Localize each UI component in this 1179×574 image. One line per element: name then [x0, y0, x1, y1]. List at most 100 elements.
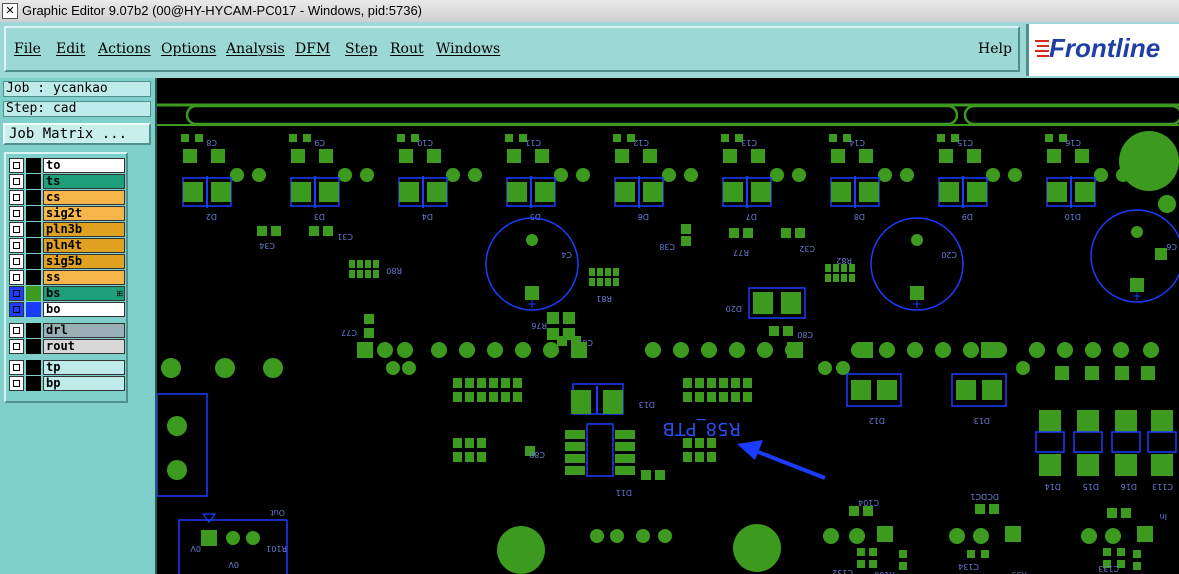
smd-pad	[1075, 149, 1089, 163]
smd-pad	[1085, 366, 1099, 380]
layer-checkbox[interactable]	[9, 270, 24, 285]
layer-color-swatch[interactable]	[26, 158, 41, 173]
component-label: D16	[1121, 482, 1137, 491]
menu-analysis[interactable]: Analysis	[226, 41, 285, 57]
menu-file[interactable]: File	[14, 41, 41, 57]
arrow-head	[737, 440, 763, 460]
layer-checkbox[interactable]	[9, 206, 24, 221]
layer-row-pln4t[interactable]: pln4t	[9, 238, 125, 253]
layer-row-ts[interactable]: ts	[9, 174, 125, 189]
round-pad	[215, 358, 235, 378]
layer-name[interactable]: sig5b	[43, 254, 125, 269]
layer-checkbox[interactable]	[9, 190, 24, 205]
layer-checkbox[interactable]	[9, 360, 24, 375]
layer-row-ss[interactable]: ss	[9, 270, 125, 285]
smd-pad	[453, 392, 462, 402]
round-pad	[263, 358, 283, 378]
layer-checkbox[interactable]	[9, 323, 24, 338]
layer-row-pln3b[interactable]: pln3b	[9, 222, 125, 237]
smd-pad	[399, 149, 413, 163]
round-pad	[792, 168, 806, 182]
layer-row-bp[interactable]: bp	[9, 376, 125, 391]
layer-color-swatch[interactable]	[26, 302, 41, 317]
layer-name[interactable]: tp	[43, 360, 125, 375]
smd-pad	[565, 466, 585, 475]
smd-pad	[183, 149, 197, 163]
menu-step[interactable]: Step	[345, 41, 377, 57]
layer-name[interactable]: pln4t	[43, 238, 125, 253]
layer-row-sig5b[interactable]: sig5b	[9, 254, 125, 269]
layer-row-bs[interactable]: bs ⊞	[9, 286, 125, 301]
layer-name[interactable]: bs ⊞	[43, 286, 125, 301]
layer-checkbox[interactable]	[9, 376, 24, 391]
layer-row-drl[interactable]: drl	[9, 323, 125, 338]
layer-name[interactable]: ss	[43, 270, 125, 285]
layer-name[interactable]: bo	[43, 302, 125, 317]
layer-row-bo[interactable]: bo	[9, 302, 125, 317]
menu-options[interactable]: Options	[161, 41, 216, 57]
layer-checkbox[interactable]	[9, 174, 24, 189]
smd-pad	[1115, 410, 1137, 432]
layer-name[interactable]: ts	[43, 174, 125, 189]
component-label: C14	[849, 138, 865, 147]
smd-pad	[465, 438, 474, 448]
smd-pad	[719, 378, 728, 388]
layer-row-sig2t[interactable]: sig2t	[9, 206, 125, 221]
smd-pad	[981, 342, 997, 358]
round-pad	[684, 168, 698, 182]
layer-color-swatch[interactable]	[26, 174, 41, 189]
smd-pad	[615, 442, 635, 451]
menu-dfm[interactable]: DFM	[295, 41, 330, 57]
round-pad	[1119, 131, 1179, 191]
pcb-view[interactable]: C8 D2 C9 D3 C10 D4 C11 D5 C12 D6 C13 D7 C14 D8 C15 D9 C1…	[157, 78, 1179, 574]
menu-rout[interactable]: Rout	[390, 41, 424, 57]
frontline-logo: Frontline	[1026, 24, 1179, 76]
layer-checkbox[interactable]	[9, 158, 24, 173]
menu-edit[interactable]: Edit	[56, 41, 85, 57]
layer-color-swatch[interactable]	[26, 286, 41, 301]
layer-checkbox[interactable]	[9, 222, 24, 237]
layer-name[interactable]: pln3b	[43, 222, 125, 237]
layer-color-swatch[interactable]	[26, 339, 41, 354]
component-label: R80	[386, 266, 402, 275]
layer-name[interactable]: cs	[43, 190, 125, 205]
menu-actions[interactable]: Actions	[98, 41, 151, 57]
layer-checkbox[interactable]	[9, 286, 24, 301]
layer-name[interactable]: rout	[43, 339, 125, 354]
layer-affected-icon: ⊞	[116, 289, 123, 298]
layer-name[interactable]: sig2t	[43, 206, 125, 221]
layer-name[interactable]: to	[43, 158, 125, 173]
component-label: D4	[422, 212, 433, 221]
round-pad	[636, 529, 650, 543]
graphic-canvas[interactable]: C8 D2 C9 D3 C10 D4 C11 D5 C12 D6 C13 D7 C14 D8 C15 D9 C1…	[155, 78, 1179, 574]
round-pad	[610, 529, 624, 543]
layer-color-swatch[interactable]	[26, 270, 41, 285]
smd-pad	[695, 452, 704, 462]
layer-name[interactable]: bp	[43, 376, 125, 391]
layer-row-cs[interactable]: cs	[9, 190, 125, 205]
layer-name[interactable]: drl	[43, 323, 125, 338]
layer-color-swatch[interactable]	[26, 360, 41, 375]
layer-row-to[interactable]: to	[9, 158, 125, 173]
layer-checkbox[interactable]	[9, 238, 24, 253]
layer-checkbox[interactable]	[9, 254, 24, 269]
menu-help[interactable]: Help	[978, 41, 1012, 57]
layer-checkbox[interactable]	[9, 339, 24, 354]
layer-color-swatch[interactable]	[26, 238, 41, 253]
layer-checkbox[interactable]	[9, 302, 24, 317]
component-label: C4	[561, 250, 572, 259]
smd-pad	[289, 134, 297, 142]
layer-row-rout[interactable]: rout	[9, 339, 125, 354]
smd-pad	[373, 260, 379, 268]
smd-pad	[859, 149, 873, 163]
layer-color-swatch[interactable]	[26, 254, 41, 269]
layer-color-swatch[interactable]	[26, 190, 41, 205]
layer-color-swatch[interactable]	[26, 376, 41, 391]
job-matrix-button[interactable]: Job Matrix ...	[3, 123, 151, 145]
layer-row-tp[interactable]: tp	[9, 360, 125, 375]
layer-color-swatch[interactable]	[26, 222, 41, 237]
layer-color-swatch[interactable]	[26, 323, 41, 338]
layer-color-swatch[interactable]	[26, 206, 41, 221]
menu-windows[interactable]: Windows	[436, 41, 500, 57]
smd-pad	[547, 312, 559, 324]
